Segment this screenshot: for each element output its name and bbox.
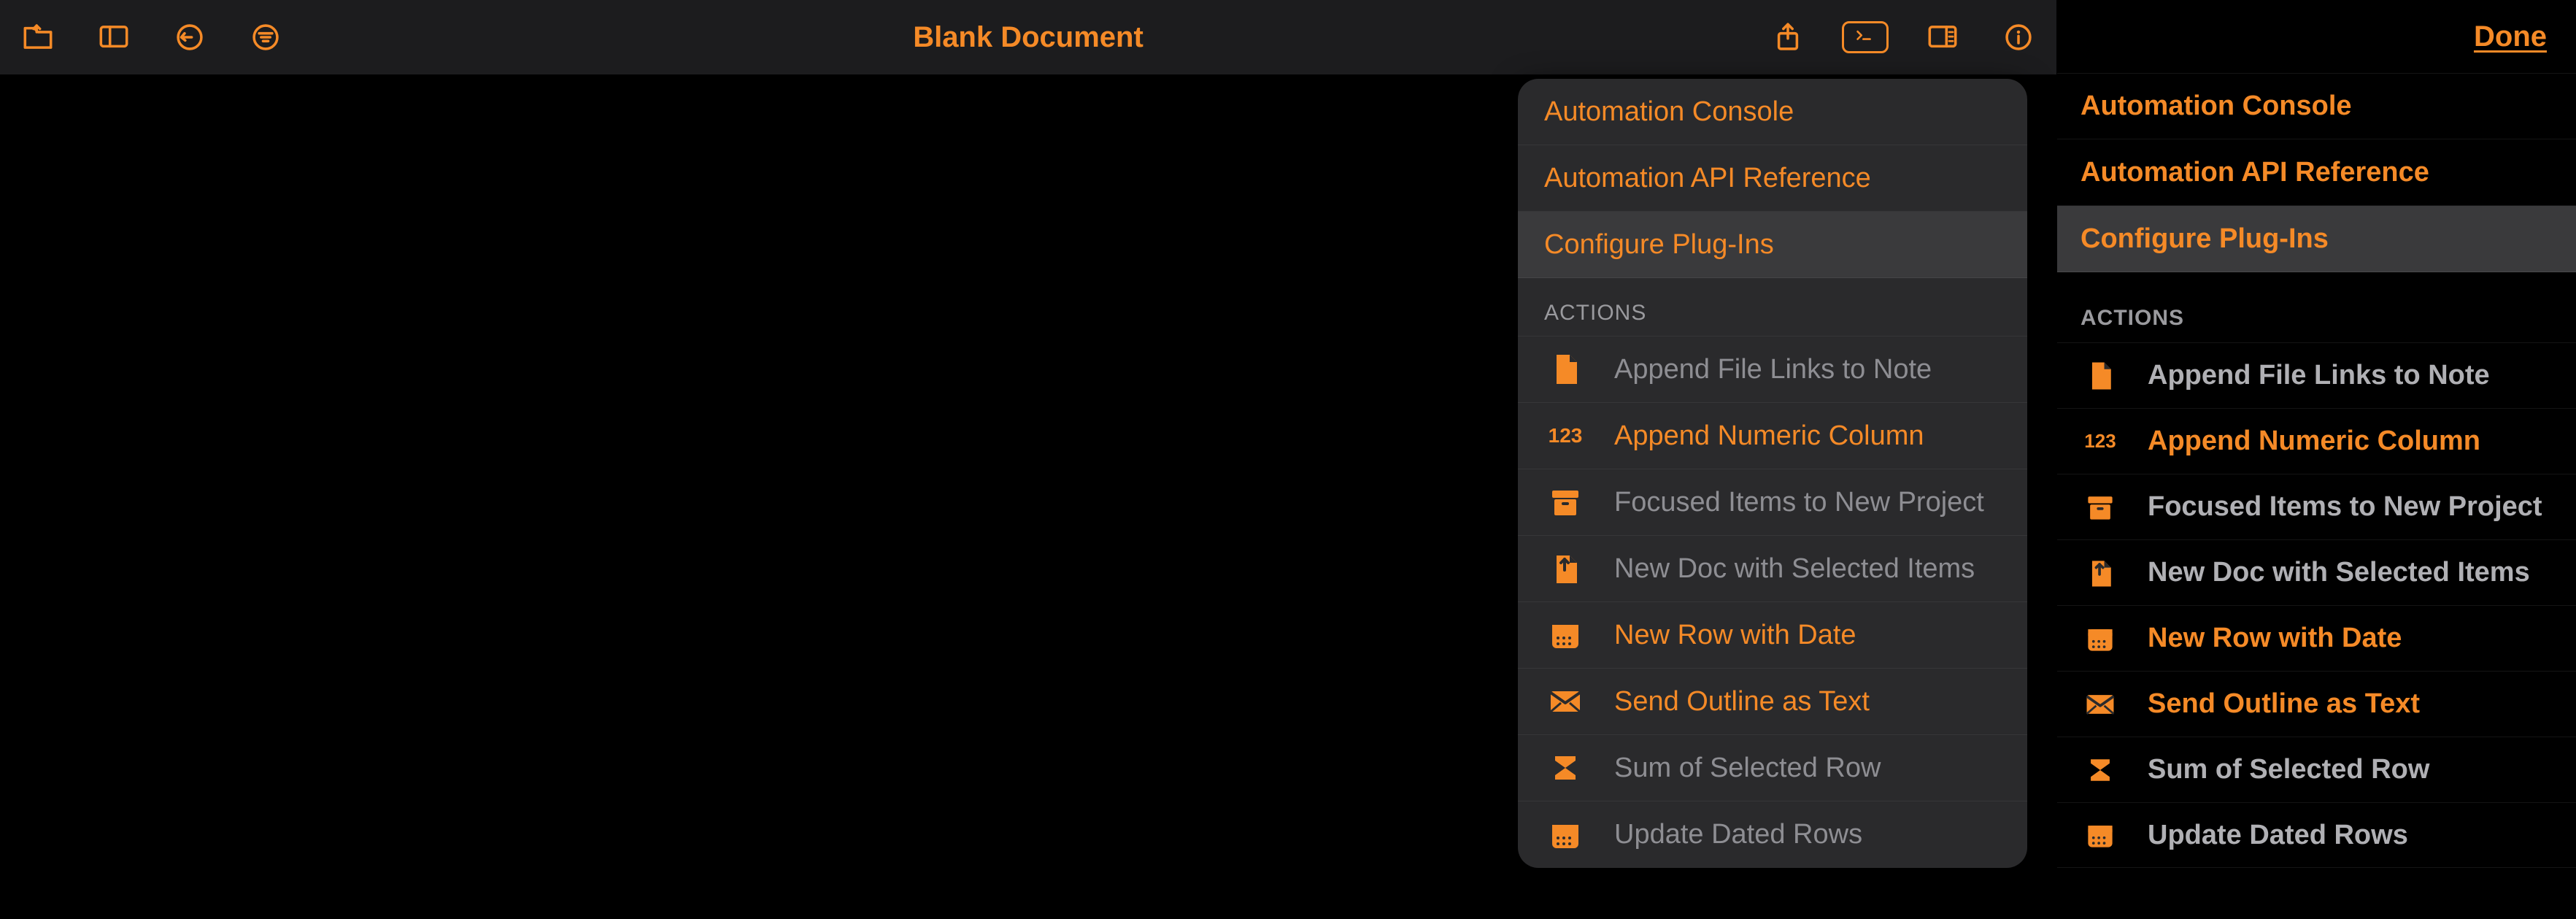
cfg-action-update-dated-rows[interactable]: Update Dated Rows xyxy=(2057,802,2576,868)
action-label: Append File Links to Note xyxy=(1614,354,1932,385)
calendar-icon xyxy=(1544,614,1586,656)
undo-icon[interactable] xyxy=(168,15,212,59)
popover-item-automation-console[interactable]: Automation Console xyxy=(1518,79,2027,145)
cfg-action-new-row-date[interactable]: New Row with Date xyxy=(2057,605,2576,671)
done-button[interactable]: Done xyxy=(2474,20,2547,53)
action-label: New Doc with Selected Items xyxy=(2148,557,2530,588)
config-actions-header: ACTIONS xyxy=(2057,272,2576,342)
info-icon[interactable] xyxy=(1997,15,2040,59)
config-item-label: Automation API Reference xyxy=(2081,157,2429,188)
action-label: Append File Links to Note xyxy=(2148,360,2490,391)
sigma-icon xyxy=(1544,747,1586,789)
numeric-icon: 123 xyxy=(1544,415,1586,457)
sidebar-toggle-icon[interactable] xyxy=(92,15,136,59)
action-append-numeric-column[interactable]: 123 Append Numeric Column xyxy=(1518,403,2027,469)
popover-item-label: Automation API Reference xyxy=(1544,163,1871,194)
config-item-label: Automation Console xyxy=(2081,91,2352,122)
action-label: Update Dated Rows xyxy=(2148,820,2408,851)
action-append-file-links[interactable]: Append File Links to Note xyxy=(1518,337,2027,403)
archive-icon xyxy=(1544,481,1586,523)
mail-icon xyxy=(1544,680,1586,723)
calendar-icon xyxy=(2081,619,2120,658)
config-header: Done xyxy=(2057,0,2576,73)
action-new-row-date[interactable]: New Row with Date xyxy=(1518,602,2027,669)
config-item-api-reference[interactable]: Automation API Reference xyxy=(2057,139,2576,206)
share-icon[interactable] xyxy=(1766,15,1810,59)
cfg-action-send-outline-text[interactable]: Send Outline as Text xyxy=(2057,671,2576,737)
file-icon xyxy=(1544,348,1586,391)
popover-item-configure-plugins[interactable]: Configure Plug-Ins xyxy=(1518,212,2027,278)
popover-item-api-reference[interactable]: Automation API Reference xyxy=(1518,145,2027,212)
action-label: Sum of Selected Row xyxy=(1614,753,1881,784)
calendar-icon xyxy=(1544,814,1586,856)
document-title: Blank Document xyxy=(0,21,2056,54)
cfg-action-append-file-links[interactable]: Append File Links to Note xyxy=(2057,342,2576,408)
config-item-automation-console[interactable]: Automation Console xyxy=(2057,73,2576,139)
sigma-icon xyxy=(2081,750,2120,790)
cfg-action-new-doc-selected[interactable]: New Doc with Selected Items xyxy=(2057,539,2576,605)
archive-icon xyxy=(2081,488,2120,527)
action-label: New Doc with Selected Items xyxy=(1614,553,1975,585)
inspector-icon[interactable] xyxy=(1921,15,1964,59)
action-label: Focused Items to New Project xyxy=(1614,487,1984,518)
action-label: Send Outline as Text xyxy=(2148,688,2420,720)
documents-folder-icon[interactable] xyxy=(16,15,60,59)
action-new-doc-selected[interactable]: New Doc with Selected Items xyxy=(1518,536,2027,602)
file-icon xyxy=(2081,356,2120,396)
new-doc-icon xyxy=(2081,553,2120,593)
action-focused-items-new-project[interactable]: Focused Items to New Project xyxy=(1518,469,2027,536)
action-label: Send Outline as Text xyxy=(1614,686,1870,718)
automation-popover: Automation Console Automation API Refere… xyxy=(1518,79,2027,868)
configure-plugins-pane: Done Automation Console Automation API R… xyxy=(2056,0,2576,919)
main-app-pane: Blank Document Automation Console Automa… xyxy=(0,0,2056,919)
action-sum-selected-row[interactable]: Sum of Selected Row xyxy=(1518,735,2027,801)
mail-icon xyxy=(2081,685,2120,724)
popover-actions-header: ACTIONS xyxy=(1518,278,2027,337)
action-label: Append Numeric Column xyxy=(2148,426,2480,457)
calendar-icon xyxy=(2081,815,2120,855)
popover-item-label: Configure Plug-Ins xyxy=(1544,229,1774,261)
action-label: Update Dated Rows xyxy=(1614,819,1862,850)
popover-item-label: Automation Console xyxy=(1544,96,1794,128)
new-doc-icon xyxy=(1544,547,1586,590)
cfg-action-sum-selected-row[interactable]: Sum of Selected Row xyxy=(2057,737,2576,802)
toolbar: Blank Document xyxy=(0,0,2056,74)
config-item-label: Configure Plug-Ins xyxy=(2081,223,2329,255)
filter-icon[interactable] xyxy=(244,15,288,59)
cfg-action-focused-items-new-project[interactable]: Focused Items to New Project xyxy=(2057,474,2576,539)
action-label: Focused Items to New Project xyxy=(2148,491,2542,523)
action-send-outline-text[interactable]: Send Outline as Text xyxy=(1518,669,2027,735)
cfg-action-append-numeric-column[interactable]: 123 Append Numeric Column xyxy=(2057,408,2576,474)
action-label: New Row with Date xyxy=(1614,620,1856,651)
automation-terminal-icon[interactable] xyxy=(1842,21,1889,53)
config-item-configure-plugins[interactable]: Configure Plug-Ins xyxy=(2057,206,2576,272)
action-label: Sum of Selected Row xyxy=(2148,754,2429,785)
numeric-icon: 123 xyxy=(2081,422,2120,461)
action-label: New Row with Date xyxy=(2148,623,2402,654)
action-label: Append Numeric Column xyxy=(1614,420,1924,452)
action-update-dated-rows[interactable]: Update Dated Rows xyxy=(1518,801,2027,868)
